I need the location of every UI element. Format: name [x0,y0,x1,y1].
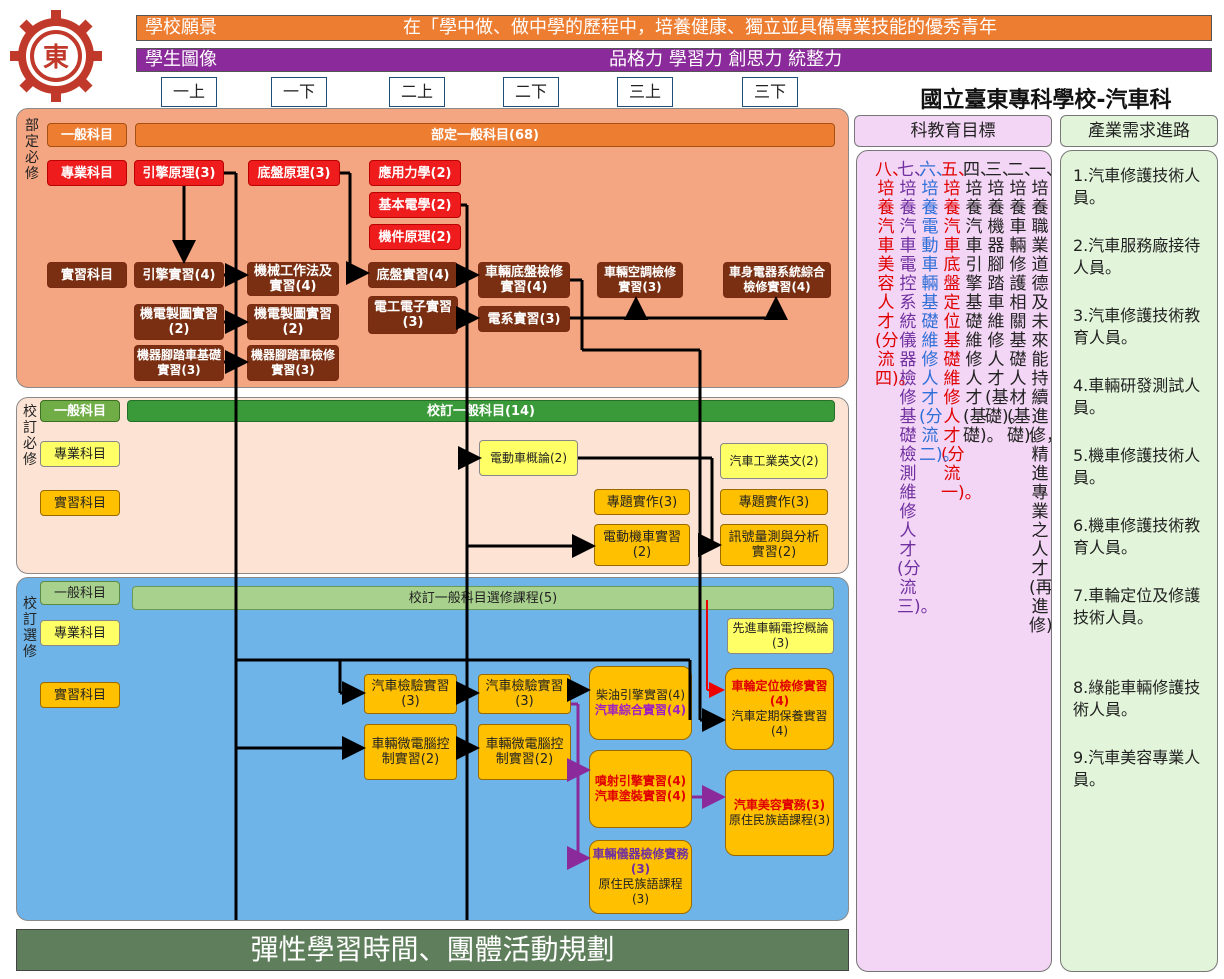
semester-2-1: 二上 [389,77,445,107]
row-practical-school: 實習科目 [40,490,120,516]
career-3: 3.汽車修護技術教育人員。 [1073,306,1201,347]
course-injection[interactable]: 噴射引擎實習(4) [595,774,686,789]
course-auto-inspect-2[interactable]: 汽車檢驗實習(3) [478,674,571,714]
career-9: 9.汽車美容專業人員。 [1073,748,1201,789]
goal-1: 一、培養職業道德及未來能持續進修，精進專業之人才(再進修)。 [1029,161,1051,636]
vision-banner: 學校願景 在「學中做、做中學的歷程中，培養健康、獨立並具備專業技能的優秀青年 [136,15,1212,41]
bar-school-general: 校訂一般科目(14) [127,400,835,422]
course-micro-1[interactable]: 車輛微電腦控制實習(2) [364,724,457,780]
goals-panel: 一、培養職業道德及未來能持續進修，精進專業之人才(再進修)。 二、培養車輛修護相… [856,150,1052,972]
course-motorcycle-basic[interactable]: 機器腳踏車基礎實習(3) [134,345,224,381]
course-drafting-1[interactable]: 機電製圖實習(2) [134,304,224,340]
career-2: 2.汽車服務廠接待人員。 [1073,236,1201,277]
course-e-scooter[interactable]: 電動機車實習(2) [594,524,690,566]
portrait-text: 品格力 學習力 創思力 統整力 [609,49,843,70]
goals-header: 科教育目標 [854,115,1052,147]
goal-8: 八、培養汽車美容人才(分流四)。 [875,160,916,389]
course-engine-practice[interactable]: 引擎實習(4) [134,262,224,288]
goal-3: 三、培養機器腳踏車維修人才(基礎)。 [985,161,1026,427]
vision-text: 在「學中做、做中學的歷程中，培養健康、獨立並具備專業技能的優秀青年 [403,17,997,38]
flex-learning-bar: 彈性學習時間、團體活動規劃 [16,929,849,971]
course-electronics[interactable]: 電工電子實習(3) [368,296,458,334]
course-beauty-indigenous[interactable]: 汽車美容實務(3) 原住民族語課程(3) [725,770,834,856]
course-indigenous-2[interactable]: 原住民族語課程(3) [592,877,689,907]
row-professional-elective: 專業科目 [40,620,120,646]
course-painting[interactable]: 汽車塗裝實習(4) [595,789,686,804]
career-header: 產業需求進路 [1060,115,1218,147]
row-professional-dept: 專業科目 [47,160,127,186]
course-diesel-comprehensive[interactable]: 柴油引擎實習(4) 汽車綜合實習(4) [589,666,692,740]
bar-school-elective: 校訂一般科目選修課程(5) [132,586,834,610]
course-diesel[interactable]: 柴油引擎實習(4) [596,688,685,703]
course-machine-parts[interactable]: 機件原理(2) [369,224,461,250]
row-general-dept: 一般科目 [47,123,127,147]
semester-1-1: 一上 [161,77,217,107]
course-comprehensive[interactable]: 汽車綜合實習(4) [595,703,686,718]
course-chassis-theory[interactable]: 底盤原理(3) [248,160,340,186]
course-project-1[interactable]: 專題實作(3) [594,489,690,515]
career-8: 8.綠能車輛修護技術人員。 [1073,678,1201,719]
course-injection-painting[interactable]: 噴射引擎實習(4) 汽車塗裝實習(4) [589,750,692,828]
goal-1-text: 、培養職業道德及未來能持續進修，精進專業之人才(再進修)。 [1029,161,1052,636]
svg-text:東: 東 [43,43,69,73]
course-motorcycle-repair[interactable]: 機器腳踏車檢修實習(3) [247,345,339,381]
label-dept-required: 部定必修 [25,118,39,182]
goal-7: 七、培養汽車電控系統儀器檢修基礎檢測維修人才(分流三)。 [897,161,938,617]
course-auto-inspect-1[interactable]: 汽車檢驗實習(3) [364,674,457,714]
course-ev-intro[interactable]: 電動車概論(2) [479,440,578,476]
row-professional-school: 專業科目 [40,441,120,467]
vision-label: 學校願景 [145,17,217,38]
goals-columns: 一、培養職業道德及未來能持續進修，精進專業之人才(再進修)。 二、培養車輛修護相… [859,161,1051,961]
school-title: 國立臺東專科學校-汽車科 [920,88,1172,113]
course-beauty[interactable]: 汽車美容實務(3) [734,798,825,813]
course-drafting-2[interactable]: 機電製圖實習(2) [247,304,339,340]
semester-1-2: 一下 [271,77,327,107]
label-school-elective: 校訂選修 [23,596,37,660]
portrait-label: 學生圖像 [145,49,217,70]
course-basic-electricity[interactable]: 基本電學(2) [369,192,461,218]
career-panel: 1.汽車修護技術人員。 2.汽車服務廠接待人員。 3.汽車修護技術教育人員。 4… [1060,150,1218,972]
school-logo-icon: 東 [10,10,102,102]
career-5: 5.機車修護技術人員。 [1073,446,1201,487]
course-applied-mechanics[interactable]: 應用力學(2) [369,160,461,186]
course-project-2[interactable]: 專題實作(3) [720,489,828,515]
course-micro-2[interactable]: 車輛微電腦控制實習(2) [478,724,571,780]
semester-3-1: 三上 [617,77,673,107]
course-signal[interactable]: 訊號量測與分析實習(2) [720,524,828,566]
course-maintenance[interactable]: 汽車定期保養實習(4) [728,709,831,739]
career-4: 4.車輛研發測試人員。 [1073,376,1201,417]
row-practical-dept: 實習科目 [47,262,127,288]
course-instrument-indigenous[interactable]: 車輛儀器檢修實務(3) 原住民族語課程(3) [589,840,692,914]
goal-2: 二、培養車輛修護相關基礎人材(基礎)。 [1007,161,1048,446]
portrait-banner: 學生圖像 品格力 學習力 創思力 統整力 [136,48,1212,72]
semester-2-2: 二下 [503,77,559,107]
semester-3-2: 三下 [742,77,798,107]
goal-4: 四、培養汽車引擎基礎維修人才(基礎)。 [963,161,1004,446]
course-indigenous-1[interactable]: 原住民族語課程(3) [729,813,830,828]
course-auto-english[interactable]: 汽車工業英文(2) [720,443,828,479]
course-machining[interactable]: 機械工作法及實習(4) [247,262,339,296]
career-6: 6.機車修護技術教育人員。 [1073,516,1201,557]
course-alignment[interactable]: 車輪定位檢修實習(4) [728,679,831,709]
course-body-electrical[interactable]: 車身電器系統綜合檢修實習(4) [723,262,831,298]
bar-dept-general: 部定一般科目(68) [135,123,835,147]
course-engine-theory[interactable]: 引擎原理(3) [134,160,224,186]
goal-6: 六、培養電動車輛基礎維修人才(分流二)。 [919,161,960,465]
career-7: 7.車輪定位及修護技術人員。 [1073,586,1201,627]
row-practical-elective: 實習科目 [40,682,120,708]
course-instrument[interactable]: 車輛儀器檢修實務(3) [592,847,689,877]
row-general-school: 一般科目 [40,400,120,422]
course-electrical-practice[interactable]: 電系實習(3) [478,306,570,332]
course-advanced-control[interactable]: 先進車輛電控概論(3) [727,618,834,654]
course-alignment-maintenance[interactable]: 車輪定位檢修實習(4) 汽車定期保養實習(4) [725,668,834,750]
course-ac-inspection[interactable]: 車輛空調檢修實習(3) [597,262,683,298]
goal-8-num: 八 [875,160,892,180]
course-chassis-practice[interactable]: 底盤實習(4) [368,262,458,288]
label-school-required: 校訂必修 [23,404,37,468]
career-1: 1.汽車修護技術人員。 [1073,166,1201,207]
row-general-elective: 一般科目 [40,581,120,605]
course-chassis-inspection[interactable]: 車輛底盤檢修實習(4) [478,262,570,298]
